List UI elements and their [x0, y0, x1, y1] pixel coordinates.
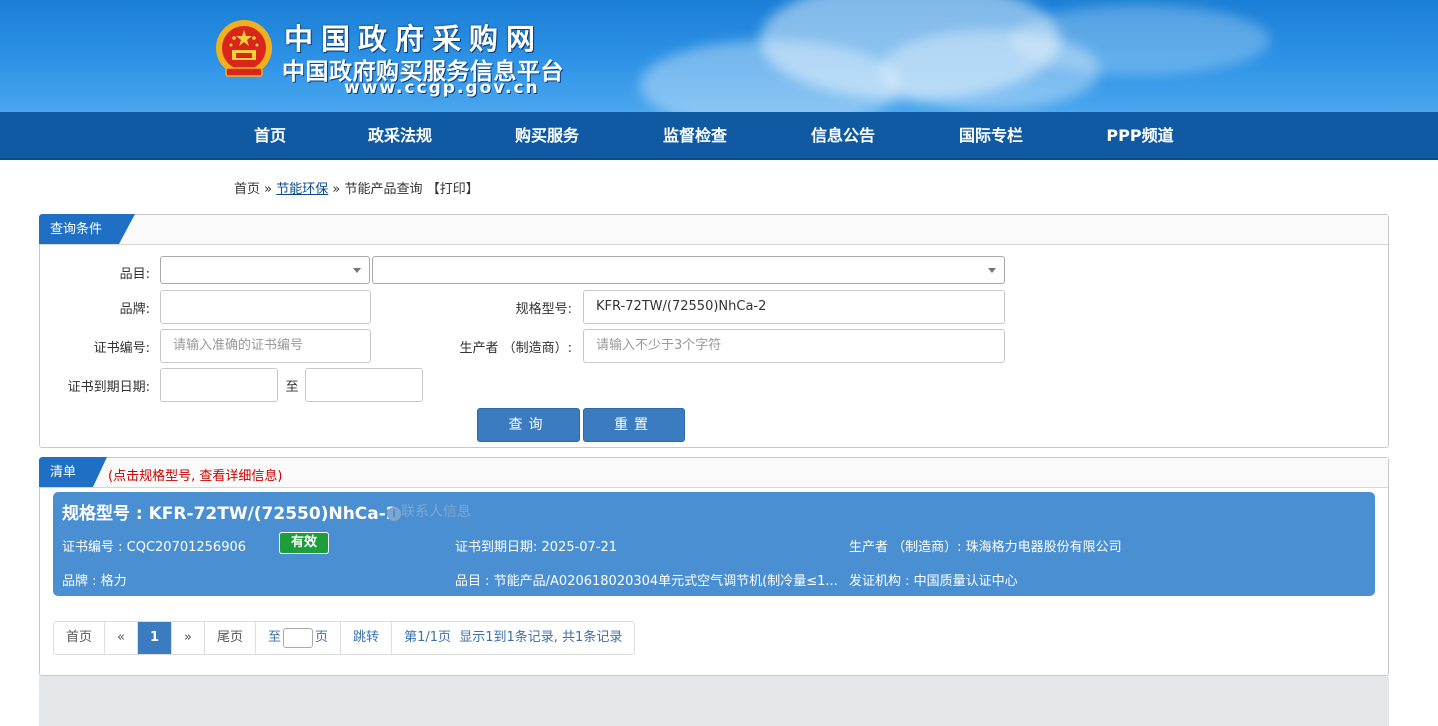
producer-input[interactable]: 请输入不少于3个字符 [583, 329, 1005, 363]
result-issuer: 发证机构 : 中国质量认证中心 [849, 574, 1018, 589]
brand-input[interactable] [160, 290, 371, 324]
category-select-primary[interactable] [160, 256, 370, 284]
info-icon: i [387, 507, 401, 521]
banner-cloud [1010, 5, 1270, 75]
nav-item-home[interactable]: 首页 [240, 112, 300, 160]
category-select-secondary[interactable] [372, 256, 1005, 284]
nav-item-regulations[interactable]: 政采法规 [360, 112, 440, 160]
nav-item-supervision[interactable]: 监督检查 [655, 112, 735, 160]
expire-date-end-input[interactable] [305, 368, 423, 402]
search-button[interactable]: 查询 [477, 408, 580, 442]
page-current[interactable]: 1 [137, 622, 173, 654]
cert-number-label: 证书编号: [93, 341, 150, 356]
page-prev[interactable]: « [105, 622, 138, 654]
site-url: www.ccgp.gov.cn [344, 78, 540, 98]
result-expire-date: 证书到期日期: 2025-07-21 [455, 540, 618, 555]
query-panel-header: 查询条件 [39, 214, 1388, 245]
nav-item-ppp[interactable]: PPP频道 [1100, 112, 1180, 160]
result-brand: 品牌 : 格力 [62, 574, 127, 589]
expire-date-label: 证书到期日期: [67, 380, 150, 395]
cert-number-input[interactable]: 请输入准确的证书编号 [160, 329, 371, 363]
print-link[interactable]: 【打印】 [427, 182, 479, 197]
national-emblem-icon [216, 20, 272, 77]
query-panel: 查询条件 品目: 品牌: 规格型号: KFR-72TW/(72550)NhCa-… [39, 214, 1389, 448]
breadcrumb-section[interactable]: 节能环保 [276, 182, 328, 197]
query-tab-label: 查询条件 [50, 222, 103, 237]
contact-info-link[interactable]: i 联系人信息 [387, 501, 471, 521]
nav-item-announcements[interactable]: 信息公告 [803, 112, 883, 160]
chevron-down-icon [353, 268, 361, 273]
page-summary: 第1/1页 显示1到1条记录, 共1条记录 [404, 630, 623, 645]
site-banner: 中国政府采购网 中国政府购买服务信息平台 www.ccgp.gov.cn [0, 0, 1438, 112]
results-tab-label: 清单 [50, 465, 77, 480]
result-cert-number: 证书编号 : CQC20701256906 [62, 540, 247, 555]
nav-item-international[interactable]: 国际专栏 [951, 112, 1031, 160]
breadcrumb: 首页 » 节能环保 » 节能产品查询 【打印】 [234, 178, 479, 197]
page-goto: 至页 [256, 622, 342, 654]
breadcrumb-separator: » [332, 182, 341, 197]
pagination: 首页 « 1 » 尾页 至页 跳转 第1/1页 显示1到1条记录, 共1条记录 [53, 621, 636, 655]
model-label: 规格型号: [515, 302, 572, 317]
footer-area [39, 676, 1389, 726]
goto-page-input[interactable] [283, 627, 314, 648]
contact-info-label: 联系人信息 [401, 504, 471, 520]
result-producer: 生产者 （制造商）: 珠海格力电器股份有限公司 [849, 540, 1122, 555]
result-card: 规格型号 : KFR-72TW/(72550)NhCa-2 i 联系人信息 证书编… [53, 492, 1375, 596]
breadcrumb-current: 节能产品查询 [344, 182, 423, 197]
result-category: 品目 : 节能产品/A020618020304单元式空气调节机(制冷量≤1... [455, 574, 838, 589]
jump-button[interactable]: 跳转 [341, 622, 393, 654]
results-hint: (点击规格型号, 查看详细信息) [108, 469, 283, 484]
page-last[interactable]: 尾页 [205, 622, 257, 654]
nav-item-purchase-services[interactable]: 购买服务 [507, 112, 587, 160]
goto-prefix: 至 [268, 630, 282, 645]
breadcrumb-home[interactable]: 首页 [234, 182, 260, 197]
category-label: 品目: [119, 267, 150, 282]
date-range-separator: 至 [285, 380, 299, 395]
producer-label: 生产者 （制造商）: [459, 341, 572, 356]
status-badge: 有效 [279, 532, 329, 554]
expire-date-start-input[interactable] [160, 368, 278, 402]
goto-suffix: 页 [315, 630, 329, 645]
results-panel-header: 清单 (点击规格型号, 查看详细信息) [39, 457, 1388, 488]
chevron-down-icon [988, 268, 996, 273]
reset-button[interactable]: 重置 [583, 408, 685, 442]
main-nav: 首页 政采法规 购买服务 监督检查 信息公告 国际专栏 PPP频道 [0, 112, 1438, 160]
breadcrumb-separator: » [264, 182, 273, 197]
page-next[interactable]: » [172, 622, 205, 654]
model-input[interactable]: KFR-72TW/(72550)NhCa-2 [583, 290, 1005, 324]
result-model-link[interactable]: 规格型号 : KFR-72TW/(72550)NhCa-2 [62, 499, 398, 524]
brand-label: 品牌: [119, 302, 150, 317]
page-first[interactable]: 首页 [54, 622, 106, 654]
